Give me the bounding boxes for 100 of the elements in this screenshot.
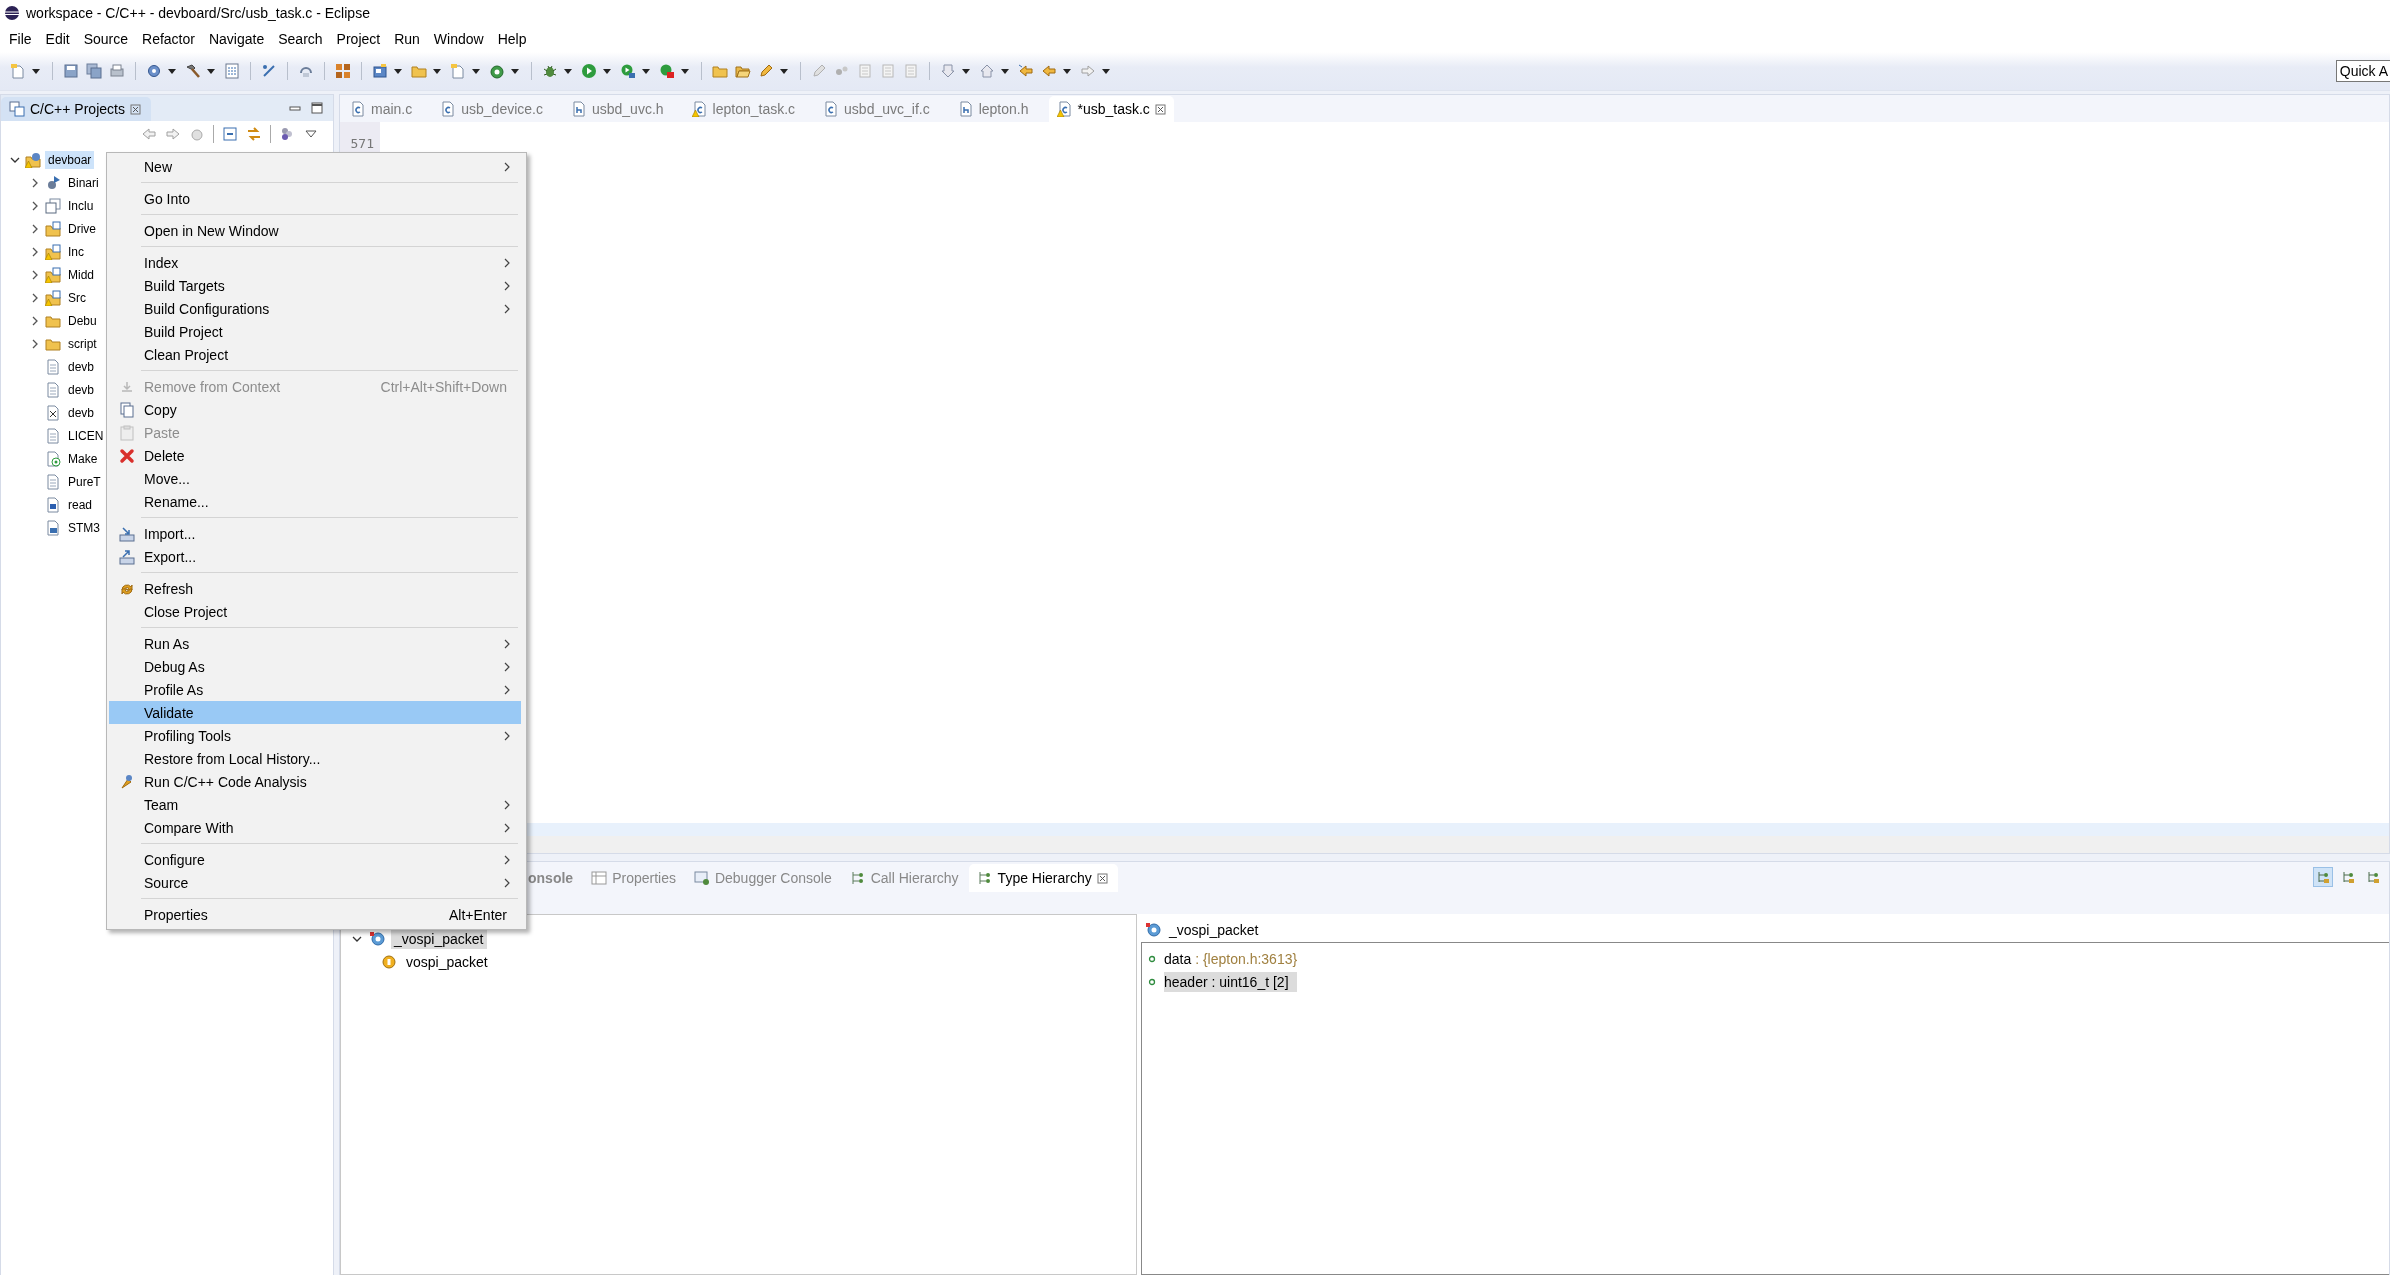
new-project-icon[interactable]: [372, 63, 388, 79]
menu-item[interactable]: Profile As: [109, 678, 521, 701]
menu-item[interactable]: Rename...: [109, 490, 521, 513]
menu-item[interactable]: Open in New Window: [109, 219, 521, 242]
tree-item[interactable]: read: [65, 495, 96, 514]
menu-item[interactable]: Window: [428, 31, 493, 47]
menu-item[interactable]: Edit: [40, 31, 79, 47]
editor-tab[interactable]: usbd_uvc_if.c: [815, 96, 950, 122]
caret-icon[interactable]: [962, 68, 970, 74]
caret-icon[interactable]: [1063, 68, 1071, 74]
back-edit-icon[interactable]: [1018, 63, 1034, 79]
menu-item[interactable]: File: [4, 31, 41, 47]
menu-item[interactable]: Properties Alt+Enter: [109, 903, 521, 926]
tree-item[interactable]: vospi_packet: [403, 951, 491, 972]
menu-item[interactable]: Team: [109, 793, 521, 816]
caret-icon[interactable]: [511, 68, 519, 74]
menu-item[interactable]: Refactor: [137, 31, 204, 47]
tree-item[interactable]: Src: [65, 288, 89, 307]
tree-item[interactable]: Inc: [65, 242, 87, 261]
menu-item[interactable]: Help: [492, 31, 536, 47]
menu-item[interactable]: Index: [109, 251, 521, 274]
close-icon[interactable]: [1154, 103, 1166, 115]
menu-item[interactable]: Copy: [109, 398, 521, 421]
open-folder-icon[interactable]: [735, 63, 751, 79]
editor-tab[interactable]: usb_device.c: [432, 96, 563, 122]
view-mode-button[interactable]: [2313, 867, 2333, 887]
menu-item[interactable]: Run C/C++ Code Analysis: [109, 770, 521, 793]
menu-item[interactable]: Build Configurations: [109, 297, 521, 320]
filter-icon[interactable]: [279, 126, 295, 142]
tree-item[interactable]: STM3: [65, 518, 103, 537]
back-arrow-icon[interactable]: [1041, 63, 1057, 79]
menu-item[interactable]: Project: [331, 31, 390, 47]
tree-item[interactable]: devb: [65, 403, 98, 422]
caret-icon[interactable]: [1102, 68, 1110, 74]
caret-icon[interactable]: [780, 68, 788, 74]
menu-item[interactable]: Move...: [109, 467, 521, 490]
caret-icon[interactable]: [168, 68, 176, 74]
run-external-icon[interactable]: [620, 63, 636, 79]
menu-item[interactable]: Import...: [109, 522, 521, 545]
tree-item[interactable]: PureT: [65, 472, 104, 491]
editor-tab[interactable]: usbd_uvc.h: [562, 96, 684, 122]
member-item[interactable]: data : {lepton.h:3613}: [1164, 948, 1306, 969]
menu-item[interactable]: Go Into: [109, 187, 521, 210]
menu-item[interactable]: Configure: [109, 848, 521, 871]
bug-icon[interactable]: [542, 63, 558, 79]
caret-icon[interactable]: [681, 68, 689, 74]
tree-item[interactable]: Debu: [65, 311, 100, 330]
tree-item[interactable]: devboar: [45, 150, 95, 169]
tree-item[interactable]: devb: [65, 380, 98, 399]
menu-item[interactable]: Build Project: [109, 320, 521, 343]
editor-tab[interactable]: lepton.h: [949, 96, 1049, 122]
caret-icon[interactable]: [1001, 68, 1009, 74]
menu-item[interactable]: Run: [389, 31, 429, 47]
menu-item[interactable]: Delete: [109, 444, 521, 467]
menu-item[interactable]: Navigate: [203, 31, 274, 47]
hammer-icon[interactable]: [185, 63, 201, 79]
menu-item[interactable]: Debug As: [109, 655, 521, 678]
editor-tab[interactable]: main.c: [342, 96, 433, 122]
caret-icon[interactable]: [32, 68, 40, 74]
member-item[interactable]: header : uint16_t [2]: [1164, 971, 1297, 992]
new-class-icon[interactable]: [489, 63, 505, 79]
menu-item[interactable]: Close Project: [109, 600, 521, 623]
menu-item[interactable]: Restore from Local History...: [109, 747, 521, 770]
menu-item[interactable]: Compare With: [109, 816, 521, 839]
menu-item[interactable]: Clean Project: [109, 343, 521, 366]
menu-item[interactable]: Run As: [109, 632, 521, 655]
menu-item[interactable]: Export...: [109, 545, 521, 568]
down-arrow-icon[interactable]: [940, 63, 956, 79]
tree-item[interactable]: Binari: [65, 173, 102, 192]
menu-item[interactable]: New: [109, 155, 521, 178]
tree-item[interactable]: LICEN: [65, 426, 107, 445]
grid-icon[interactable]: [335, 63, 351, 79]
link-editor-icon[interactable]: [246, 126, 262, 142]
caret-icon[interactable]: [472, 68, 480, 74]
caret-icon[interactable]: [642, 68, 650, 74]
menu-item[interactable]: Refresh: [109, 577, 521, 600]
print-icon[interactable]: [109, 63, 125, 79]
menu-item[interactable]: Source: [78, 31, 138, 47]
caret-icon[interactable]: [207, 68, 215, 74]
save-icon[interactable]: [63, 63, 79, 79]
caret-icon[interactable]: [394, 68, 402, 74]
tree-item[interactable]: Midd: [65, 265, 97, 284]
editor-tab[interactable]: *usb_task.c: [1048, 96, 1174, 122]
run-icon[interactable]: [581, 63, 597, 79]
menu-item[interactable]: Build Targets: [109, 274, 521, 297]
menu-item[interactable]: Search: [273, 31, 332, 47]
menu-item[interactable]: Source: [109, 871, 521, 894]
tree-item[interactable]: Drive: [65, 219, 99, 238]
close-icon[interactable]: [129, 103, 141, 115]
quick-access-field[interactable]: Quick A: [2335, 60, 2390, 82]
caret-icon[interactable]: [603, 68, 611, 74]
editor-tab[interactable]: lepton_task.c: [683, 96, 816, 122]
tree-item[interactable]: devb: [65, 357, 98, 376]
tree-item[interactable]: Inclu: [65, 196, 97, 215]
save-all-icon[interactable]: [86, 63, 102, 79]
pencil-icon[interactable]: [758, 63, 774, 79]
close-icon[interactable]: [1096, 872, 1108, 884]
up-arrow-icon[interactable]: [979, 63, 995, 79]
caret-icon[interactable]: [564, 68, 572, 74]
panel-tab[interactable]: Type Hierarchy: [968, 864, 1118, 892]
